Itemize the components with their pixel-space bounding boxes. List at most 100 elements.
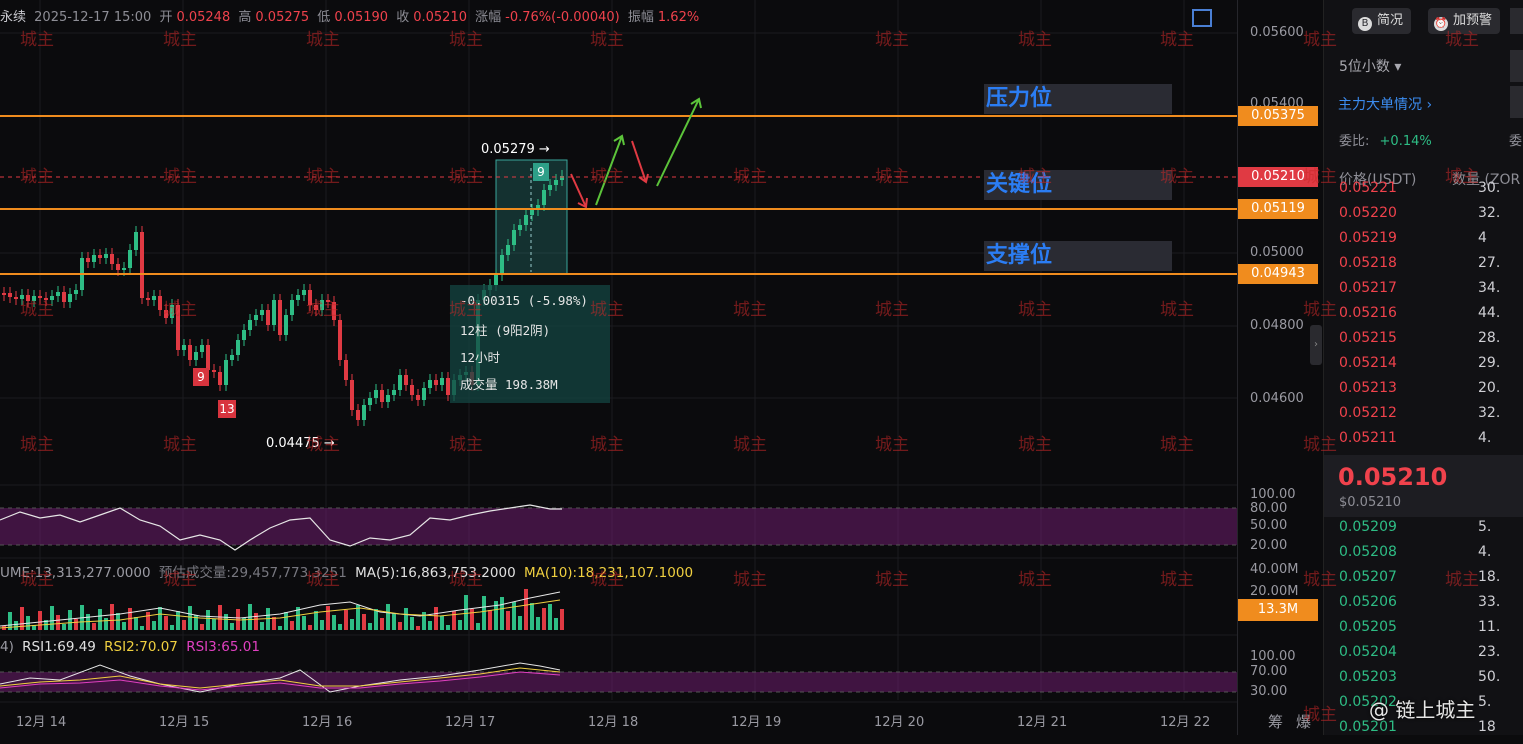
last-price: 0.05210 [1338, 463, 1448, 491]
volume-bar [272, 617, 276, 630]
volume-bar [176, 611, 180, 630]
candle [554, 180, 558, 185]
volume-bar [410, 617, 414, 630]
td-seq-9-green: 9 [533, 163, 549, 181]
candle [116, 264, 120, 270]
volume-bar [560, 609, 564, 630]
candle [140, 232, 144, 298]
add-alert-button[interactable]: ⏰ 加预警 [1428, 8, 1501, 34]
candle [38, 296, 42, 298]
order-book-row[interactable]: 0.05209 5. [1324, 519, 1523, 544]
resistance-price-tag: 0.05375 [1238, 106, 1318, 126]
kline-chart[interactable]: 永续 2025-12-17 15:00 开 0.05248 高 0.05275 低0… [0, 0, 1311, 735]
order-book-row[interactable]: 0.05205 11. [1324, 619, 1523, 644]
candle [542, 190, 546, 205]
vol-tick: 20.00M [1250, 584, 1299, 599]
order-book-row[interactable]: 0.05204 23. [1324, 644, 1523, 669]
candle [302, 290, 306, 295]
candle [122, 268, 126, 270]
volume-bar [434, 607, 438, 630]
order-book-row[interactable]: 0.05203 50. [1324, 669, 1523, 694]
candle [242, 330, 246, 340]
candle [170, 305, 174, 318]
order-qty: 34. [1478, 280, 1501, 296]
price-axis[interactable]: 0.05600 0.05400 0.05000 0.04800 0.04600 … [1237, 0, 1324, 735]
measure-bars: 12柱 (9阳2阴) [460, 323, 551, 338]
volume-bar [518, 616, 522, 630]
volume-bar [530, 603, 534, 630]
volume-bar [188, 606, 192, 630]
rsi-tick: 30.00 [1250, 684, 1288, 699]
volume-bar [260, 622, 264, 630]
candle [20, 295, 24, 299]
volume-bar [368, 623, 372, 630]
candle [110, 254, 114, 264]
order-book-row[interactable]: 0.05220 32. [1324, 205, 1523, 230]
order-qty: 32. [1478, 205, 1501, 221]
date-label: 12月 16 [302, 715, 353, 730]
volume-bar [254, 613, 258, 630]
overview-button[interactable]: B 简况 [1352, 8, 1412, 34]
order-book-row[interactable]: 0.05219 4 [1324, 230, 1523, 255]
candle [290, 300, 294, 315]
order-book-row[interactable]: 0.05206 33. [1324, 594, 1523, 619]
collapse-handle[interactable]: › [1310, 325, 1322, 365]
candle [380, 390, 384, 402]
order-qty: 11. [1478, 619, 1501, 635]
rsi-legend: 4) RSI1:69.49 RSI2:70.07 RSI3:65.01 [0, 639, 260, 655]
candle [518, 225, 522, 230]
date-label: 12月 14 [16, 715, 67, 730]
order-book-row[interactable]: 0.05208 4. [1324, 544, 1523, 569]
volume-bar [386, 604, 390, 630]
order-price: 0.05218 [1339, 255, 1397, 271]
order-book-row[interactable]: 0.05207 18. [1324, 569, 1523, 594]
candle [134, 232, 138, 250]
candle [14, 297, 18, 299]
order-qty: 32. [1478, 405, 1501, 421]
order-book-row[interactable]: 0.05221 30. [1324, 180, 1523, 205]
precision-select[interactable]: 5位小数 ▾ [1339, 56, 1401, 76]
key-price-tag: 0.05119 [1238, 199, 1318, 219]
order-book-row[interactable]: 0.05214 29. [1324, 355, 1523, 380]
date-label: 12月 22 [1160, 715, 1211, 730]
candle [332, 302, 336, 320]
candle [398, 375, 402, 390]
order-book-row[interactable]: 0.05217 34. [1324, 280, 1523, 305]
volume-bar [206, 610, 210, 630]
candle [416, 395, 420, 400]
info-icon: B [1358, 17, 1372, 31]
osc-tick: 50.00 [1250, 518, 1288, 533]
volume-bar [374, 609, 378, 630]
volume-bar [326, 606, 330, 630]
candle [224, 360, 228, 385]
order-book-row[interactable]: 0.05215 28. [1324, 330, 1523, 355]
volume-bar [470, 609, 474, 630]
order-book-row[interactable]: 0.05218 27. [1324, 255, 1523, 280]
order-price: 0.05215 [1339, 330, 1397, 346]
candle [236, 340, 240, 355]
candle [308, 290, 312, 305]
date-label: 12月 21 [1017, 715, 1068, 730]
volume-bar [230, 623, 234, 630]
order-book-row[interactable]: 0.05212 32. [1324, 405, 1523, 430]
candle [524, 215, 528, 225]
order-book-row[interactable]: 0.05213 20. [1324, 380, 1523, 405]
order-price: 0.05217 [1339, 280, 1397, 296]
candle [32, 296, 36, 301]
price-tick: 0.04600 [1250, 391, 1304, 406]
candle [182, 345, 186, 350]
fullscreen-icon[interactable] [1192, 9, 1212, 27]
volume-bar [170, 625, 174, 630]
candle [218, 372, 222, 385]
date-label: 12月 17 [445, 715, 496, 730]
order-price: 0.05203 [1339, 669, 1397, 685]
vol-tick: 40.00M [1250, 562, 1299, 577]
osc-tick: 100.00 [1250, 487, 1296, 502]
amplitude-value: 1.62% [657, 10, 700, 25]
order-book-row[interactable]: 0.05211 4. [1324, 430, 1523, 455]
volume-bar [200, 624, 204, 630]
order-qty: 18. [1478, 569, 1501, 585]
main-orders-link[interactable]: 主力大单情况 › [1338, 94, 1432, 114]
date-label: 12月 20 [874, 715, 925, 730]
order-book-row[interactable]: 0.05216 44. [1324, 305, 1523, 330]
